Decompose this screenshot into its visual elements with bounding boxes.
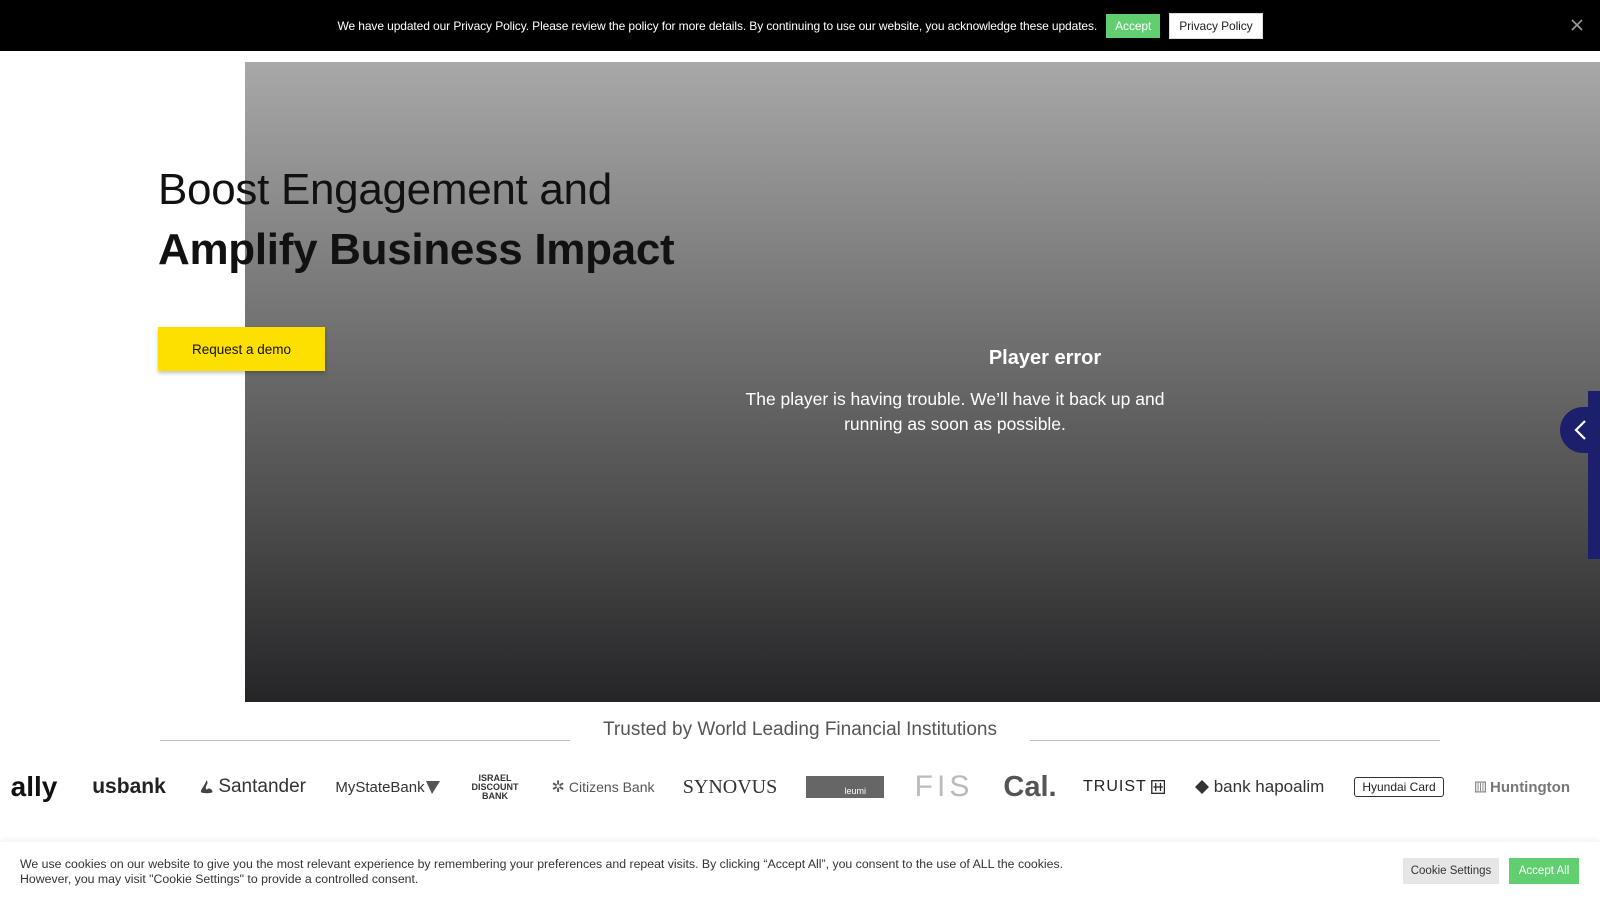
logo-citizens-bank: ✲ Citizens Bank: [549, 764, 657, 810]
logo-santander: Santander: [198, 764, 306, 810]
logo-hyundai-card: Hyundai Card: [1352, 764, 1446, 810]
logo-synovus: SYNOVUS: [683, 764, 777, 810]
logo-huntington-text: Huntington: [1490, 778, 1570, 796]
truist-mark-icon: [1150, 780, 1165, 794]
logo-leumi: leumi: [806, 764, 884, 810]
mystate-check-icon: [425, 781, 440, 794]
cookie-consent-text: We use cookies on our website to give yo…: [20, 857, 1064, 886]
partner-logos-row: ally usbank Santander MyStateBank ISRAEL…: [0, 764, 1600, 810]
privacy-notice-bar: We have updated our Privacy Policy. Plea…: [0, 0, 1600, 51]
logo-cal-text: Cal.: [1003, 770, 1057, 803]
chevron-left-icon[interactable]: [1560, 407, 1600, 453]
privacy-notice-text: We have updated our Privacy Policy. Plea…: [337, 18, 1098, 33]
hero-title: Boost Engagement and Amplify Business Im…: [158, 160, 718, 280]
logo-ally-text: ally: [10, 771, 58, 802]
hapoalim-diamond-icon: [1194, 780, 1209, 794]
cookie-settings-button[interactable]: Cookie Settings: [1403, 858, 1499, 884]
close-icon[interactable]: [1568, 16, 1586, 34]
logo-bank-hapoalim: bank hapoalim: [1193, 764, 1325, 810]
citizens-star-icon: ✲: [551, 779, 565, 796]
logo-huntington: Huntington: [1474, 764, 1570, 810]
divider-right: [1030, 740, 1440, 741]
logo-ally: ally: [8, 764, 60, 810]
logo-hapoalim-text: bank hapoalim: [1213, 777, 1325, 796]
request-demo-button[interactable]: Request a demo: [158, 327, 325, 371]
logo-santander-text: Santander: [218, 776, 306, 797]
cookie-accept-all-button[interactable]: Accept All: [1509, 858, 1579, 884]
privacy-accept-button[interactable]: Accept: [1106, 13, 1161, 38]
logo-hyundai-text: Hyundai Card: [1362, 780, 1436, 794]
logo-idb-text: ISRAEL DISCOUNT BANK: [471, 772, 519, 801]
logo-cal: Cal.: [1003, 764, 1057, 810]
player-error-title: Player error: [988, 347, 1102, 369]
logo-fis: FIS: [912, 764, 976, 810]
logo-mystatebank: MyStateBank: [335, 764, 441, 810]
logo-israel-discount-bank: ISRAEL DISCOUNT BANK: [468, 764, 522, 810]
hero-title-line1: Boost Engagement and: [158, 165, 612, 214]
logo-citizens-text: Citizens Bank: [568, 779, 655, 795]
privacy-policy-button[interactable]: Privacy Policy: [1169, 12, 1263, 39]
player-error-message: The player is having trouble. We’ll have…: [745, 389, 1165, 434]
hero-title-line2: Amplify Business Impact: [158, 225, 675, 274]
logo-synovus-text: SYNOVUS: [682, 775, 778, 798]
logo-leumi-text: leumi: [844, 786, 866, 796]
logo-usbank: usbank: [86, 764, 172, 810]
hyundai-card-frame: Hyundai Card: [1354, 777, 1444, 797]
santander-flame-icon: [200, 780, 213, 794]
hero-video-player[interactable]: Player error The player is having troubl…: [245, 62, 1600, 702]
logo-mystatebank-text: MyStateBank: [335, 778, 425, 796]
leumi-badge: leumi: [806, 776, 884, 798]
cookie-consent-bar: We use cookies on our website to give yo…: [0, 842, 1600, 900]
logo-truist-text: TRUIST: [1083, 778, 1147, 795]
logo-usbank-text: usbank: [92, 775, 166, 798]
trusted-section-title: Trusted by World Leading Financial Insti…: [603, 719, 997, 740]
logo-truist: TRUIST: [1083, 764, 1165, 810]
huntington-mark-icon: [1475, 781, 1487, 793]
logo-fis-text: FIS: [914, 770, 974, 803]
divider-left: [160, 740, 570, 741]
